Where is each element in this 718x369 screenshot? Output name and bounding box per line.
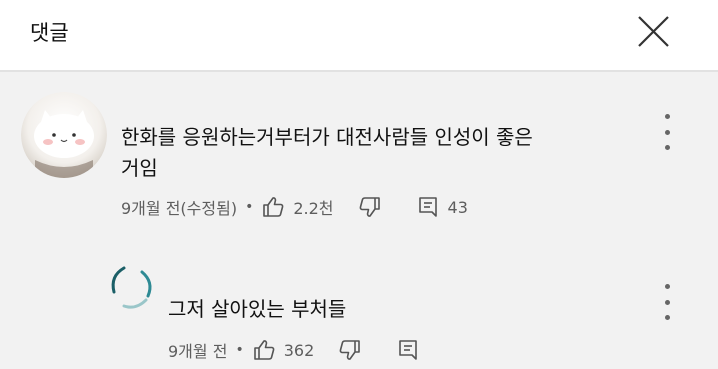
meta-separator: •	[245, 199, 254, 215]
thumb-down-icon	[339, 340, 361, 360]
avatar[interactable]	[21, 92, 107, 178]
comment-icon	[399, 340, 418, 360]
comment-text-line: 한화를 응원하는거부터가 대전사람들 인성이 좋은	[121, 125, 533, 149]
avatar[interactable]	[106, 262, 158, 314]
comment-timestamp: 9개월 전(수정됨)	[121, 199, 238, 218]
close-button[interactable]	[634, 12, 674, 52]
comment-text-line: 그저 살아있는 부처들	[168, 297, 347, 321]
like-count: 362	[283, 340, 315, 360]
comment-icon	[418, 197, 437, 217]
comment-timestamp: 9개월 전	[168, 342, 228, 361]
comment-list: 한화를 응원하는거부터가 대전사람들 인성이 좋은 거임 9개월 전(수정됨) …	[0, 72, 718, 369]
like-button[interactable]: 2.2천	[261, 195, 334, 219]
comment-text-line: 거임	[121, 156, 158, 180]
more-vert-icon-dot	[664, 299, 670, 305]
more-vert-icon-dot	[664, 145, 670, 150]
comment-more-button[interactable]	[657, 284, 677, 320]
more-vert-icon-dot	[664, 129, 670, 135]
comments-header: 댓글	[0, 0, 718, 70]
reply-count: 43	[447, 197, 468, 217]
comment-meta: 9개월 전 • 362	[168, 338, 420, 362]
like-count: 2.2천	[293, 199, 334, 218]
header-title: 댓글	[30, 21, 69, 45]
thumb-up-icon	[253, 340, 275, 360]
comment-text: 한화를 응원하는거부터가 대전사람들 인성이 좋은 거임	[121, 122, 533, 184]
meta-separator: •	[235, 342, 244, 358]
dislike-button[interactable]	[338, 338, 362, 362]
comment-meta: 9개월 전(수정됨) • 2.2천 43	[121, 195, 468, 219]
close-icon	[638, 16, 669, 47]
reply-button[interactable]	[396, 338, 420, 362]
like-button[interactable]: 362	[252, 338, 315, 362]
reply-button[interactable]: 43	[416, 195, 468, 219]
more-vert-icon-dot	[664, 114, 670, 119]
thumb-down-icon	[359, 197, 380, 217]
thumb-up-icon	[263, 197, 284, 217]
more-vert-icon-dot	[664, 284, 670, 289]
dislike-button[interactable]	[358, 195, 382, 219]
more-vert-icon-dot	[664, 315, 670, 320]
comment-more-button[interactable]	[657, 114, 677, 150]
comment-text: 그저 살아있는 부처들	[168, 294, 346, 325]
